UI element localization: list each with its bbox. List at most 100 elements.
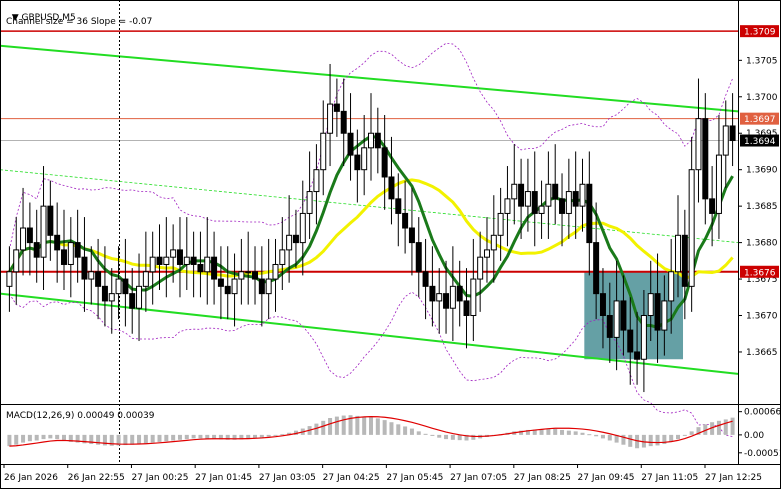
candle	[183, 217, 190, 290]
candle	[388, 136, 395, 225]
candle-body	[613, 300, 620, 338]
price-tick-label: 1.3685	[746, 202, 778, 212]
candle-body	[272, 263, 279, 280]
candle-body	[340, 110, 347, 134]
macd-bar	[55, 434, 60, 440]
macd-title-label: MACD(12,26,9) 0.00049 0.00039	[6, 411, 155, 421]
candle-body	[593, 242, 600, 295]
candle	[565, 158, 572, 239]
macd-bar	[730, 417, 735, 435]
candle-body	[54, 234, 61, 251]
price-tick-label: 1.3705	[746, 56, 778, 66]
candle	[142, 231, 149, 312]
candle-body	[436, 293, 443, 302]
macd-bar	[676, 434, 681, 440]
candle-body	[552, 183, 559, 200]
candle	[709, 166, 716, 247]
candle	[231, 253, 238, 327]
candle-body	[511, 183, 518, 200]
macd-bar	[362, 416, 367, 435]
price-tick-label: 1.3690	[746, 166, 778, 176]
candle	[54, 202, 61, 283]
price-tick-label: 1.3665	[746, 348, 778, 358]
candle-body	[156, 256, 163, 265]
candle-body	[136, 285, 143, 309]
macd-bar	[580, 432, 585, 435]
macd-bar	[566, 430, 571, 435]
candle	[449, 246, 456, 342]
candle-body	[204, 256, 211, 273]
candle-body	[559, 198, 566, 214]
candle-body	[170, 249, 177, 258]
candle-body	[286, 234, 293, 251]
macd-bar	[573, 431, 578, 435]
candle-body	[368, 132, 374, 149]
candle-body	[634, 351, 641, 360]
candle-body	[129, 293, 136, 309]
candle-body	[88, 271, 95, 280]
candle	[579, 158, 586, 232]
macd-bar	[355, 415, 360, 435]
candle	[81, 217, 88, 312]
candle	[497, 187, 504, 261]
candle	[176, 217, 183, 298]
candle	[306, 151, 313, 239]
macd-bar	[123, 434, 128, 446]
price-tick-label: 1.3670	[746, 312, 778, 322]
candle-body	[122, 278, 129, 295]
macd-bar	[14, 434, 19, 445]
candle-body	[620, 300, 627, 331]
candle	[272, 238, 279, 312]
macd-bar	[137, 434, 142, 445]
macd-bar	[471, 434, 476, 440]
candle-body	[422, 271, 429, 287]
time-tick-label: 27 Jan 12:25	[705, 473, 762, 483]
time-tick-label: 27 Jan 01:45	[195, 473, 252, 483]
macd-bar	[600, 434, 605, 439]
candle	[504, 166, 511, 247]
candle	[538, 180, 545, 239]
price-label-text: 1.3694	[744, 137, 776, 147]
candle	[545, 151, 552, 239]
candle-body	[320, 132, 327, 171]
candle	[368, 93, 374, 181]
macd-bar	[682, 434, 687, 436]
candle-body	[688, 169, 695, 287]
candle	[572, 151, 579, 239]
candle	[190, 231, 197, 298]
candle	[245, 231, 252, 305]
candle	[115, 246, 122, 320]
time-tick-label: 27 Jan 05:45	[386, 473, 443, 483]
candle-body	[163, 256, 170, 265]
candle-body	[197, 263, 204, 273]
candle	[224, 246, 231, 320]
time-tick-label: 27 Jan 04:25	[323, 473, 380, 483]
candle-body	[313, 169, 320, 193]
time-tick-label: 27 Jan 11:05	[641, 473, 698, 483]
candle	[483, 217, 490, 283]
candle	[470, 238, 477, 342]
candle-body	[258, 278, 265, 295]
time-tick-label: 26 Jan 2026	[4, 473, 58, 483]
candle-body	[477, 256, 484, 280]
candle-body	[238, 271, 245, 280]
macd-bar	[130, 434, 135, 445]
candle-body	[518, 183, 525, 207]
candle-body	[265, 278, 272, 295]
macd-bar	[655, 434, 660, 446]
channel-upper-line	[0, 44, 739, 113]
candle-body	[722, 125, 729, 156]
macd-bar	[321, 420, 326, 435]
candle-body	[668, 271, 675, 302]
candle-body	[101, 285, 108, 302]
candle	[13, 217, 20, 305]
candle-body	[449, 285, 456, 309]
candle-body	[586, 183, 593, 244]
candle-body	[640, 315, 647, 360]
macd-bar	[266, 434, 271, 437]
macd-bar	[648, 434, 653, 447]
candle-body	[729, 125, 736, 142]
candle	[381, 115, 388, 210]
candle-body	[67, 242, 74, 265]
candle-body	[661, 300, 668, 331]
